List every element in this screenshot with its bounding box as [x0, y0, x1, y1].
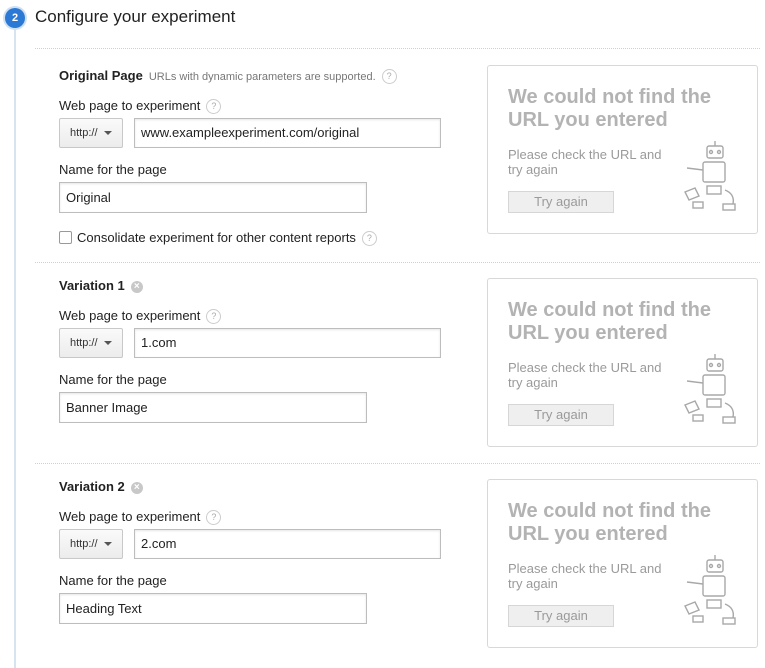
section-divider	[35, 463, 760, 464]
preview-error-message: Please check the URL and try again	[508, 561, 662, 591]
remove-icon[interactable]: ×	[130, 280, 143, 293]
step-number-badge: 2	[5, 8, 25, 28]
try-again-button[interactable]: Try again	[508, 605, 614, 627]
preview-error-message: Please check the URL and try again	[508, 147, 662, 177]
protocol-value: http://	[70, 337, 98, 349]
help-icon[interactable]: ?	[206, 99, 222, 115]
page-name-label: Name for the page	[59, 162, 167, 177]
section-divider	[35, 48, 760, 49]
url-label: Web page to experiment?	[59, 509, 222, 526]
chevron-down-icon	[104, 542, 112, 546]
protocol-select[interactable]: http://	[59, 118, 123, 148]
preview-error-title: We could not find the URL you entered	[508, 299, 711, 344]
consolidate-option: Consolidate experiment for other content…	[59, 230, 377, 247]
variation-2-title: Variation 2	[59, 479, 125, 494]
original-page-title: Original Page	[59, 68, 143, 83]
section-divider	[35, 262, 760, 263]
chevron-down-icon	[104, 341, 112, 345]
url-label: Web page to experiment?	[59, 308, 222, 325]
url-input[interactable]: 2.com	[134, 529, 441, 559]
protocol-value: http://	[70, 127, 98, 139]
consolidate-checkbox[interactable]	[59, 231, 72, 244]
variation-2-heading: Variation 2 ×	[59, 479, 143, 494]
broken-robot-icon	[684, 555, 736, 625]
variation-1-heading: Variation 1 ×	[59, 278, 143, 293]
preview-error-title: We could not find the URL you entered	[508, 500, 711, 545]
remove-icon[interactable]: ×	[130, 481, 143, 494]
help-icon[interactable]: ?	[381, 69, 397, 85]
url-label-text: Web page to experiment	[59, 308, 201, 323]
step-progress-line	[14, 28, 16, 668]
broken-robot-icon	[684, 354, 736, 424]
page-title: Configure your experiment	[35, 7, 236, 26]
try-again-button[interactable]: Try again	[508, 404, 614, 426]
page-name-input[interactable]: Original	[59, 182, 367, 213]
dynamic-params-note: URLs with dynamic parameters are support…	[148, 71, 376, 83]
try-again-button[interactable]: Try again	[508, 191, 614, 213]
url-input[interactable]: 1.com	[134, 328, 441, 358]
url-label-text: Web page to experiment	[59, 98, 201, 113]
url-preview-panel: We could not find the URL you entered Pl…	[487, 65, 758, 234]
page-name-label: Name for the page	[59, 573, 167, 588]
page-name-label: Name for the page	[59, 372, 167, 387]
protocol-value: http://	[70, 538, 98, 550]
preview-error-message: Please check the URL and try again	[508, 360, 662, 390]
url-preview-panel: We could not find the URL you entered Pl…	[487, 278, 758, 447]
preview-error-title: We could not find the URL you entered	[508, 86, 711, 131]
chevron-down-icon	[104, 131, 112, 135]
url-label: Web page to experiment?	[59, 98, 222, 115]
protocol-select[interactable]: http://	[59, 328, 123, 358]
original-page-heading: Original Page URLs with dynamic parameter…	[59, 68, 397, 85]
consolidate-label: Consolidate experiment for other content…	[77, 230, 356, 245]
help-icon[interactable]: ?	[206, 510, 222, 526]
protocol-select[interactable]: http://	[59, 529, 123, 559]
variation-1-title: Variation 1	[59, 278, 125, 293]
url-input[interactable]: www.exampleexperiment.com/original	[134, 118, 441, 148]
help-icon[interactable]: ?	[361, 231, 377, 247]
page-name-input[interactable]: Heading Text	[59, 593, 367, 624]
page-name-input[interactable]: Banner Image	[59, 392, 367, 423]
help-icon[interactable]: ?	[206, 309, 222, 325]
url-label-text: Web page to experiment	[59, 509, 201, 524]
broken-robot-icon	[684, 141, 736, 211]
url-preview-panel: We could not find the URL you entered Pl…	[487, 479, 758, 648]
